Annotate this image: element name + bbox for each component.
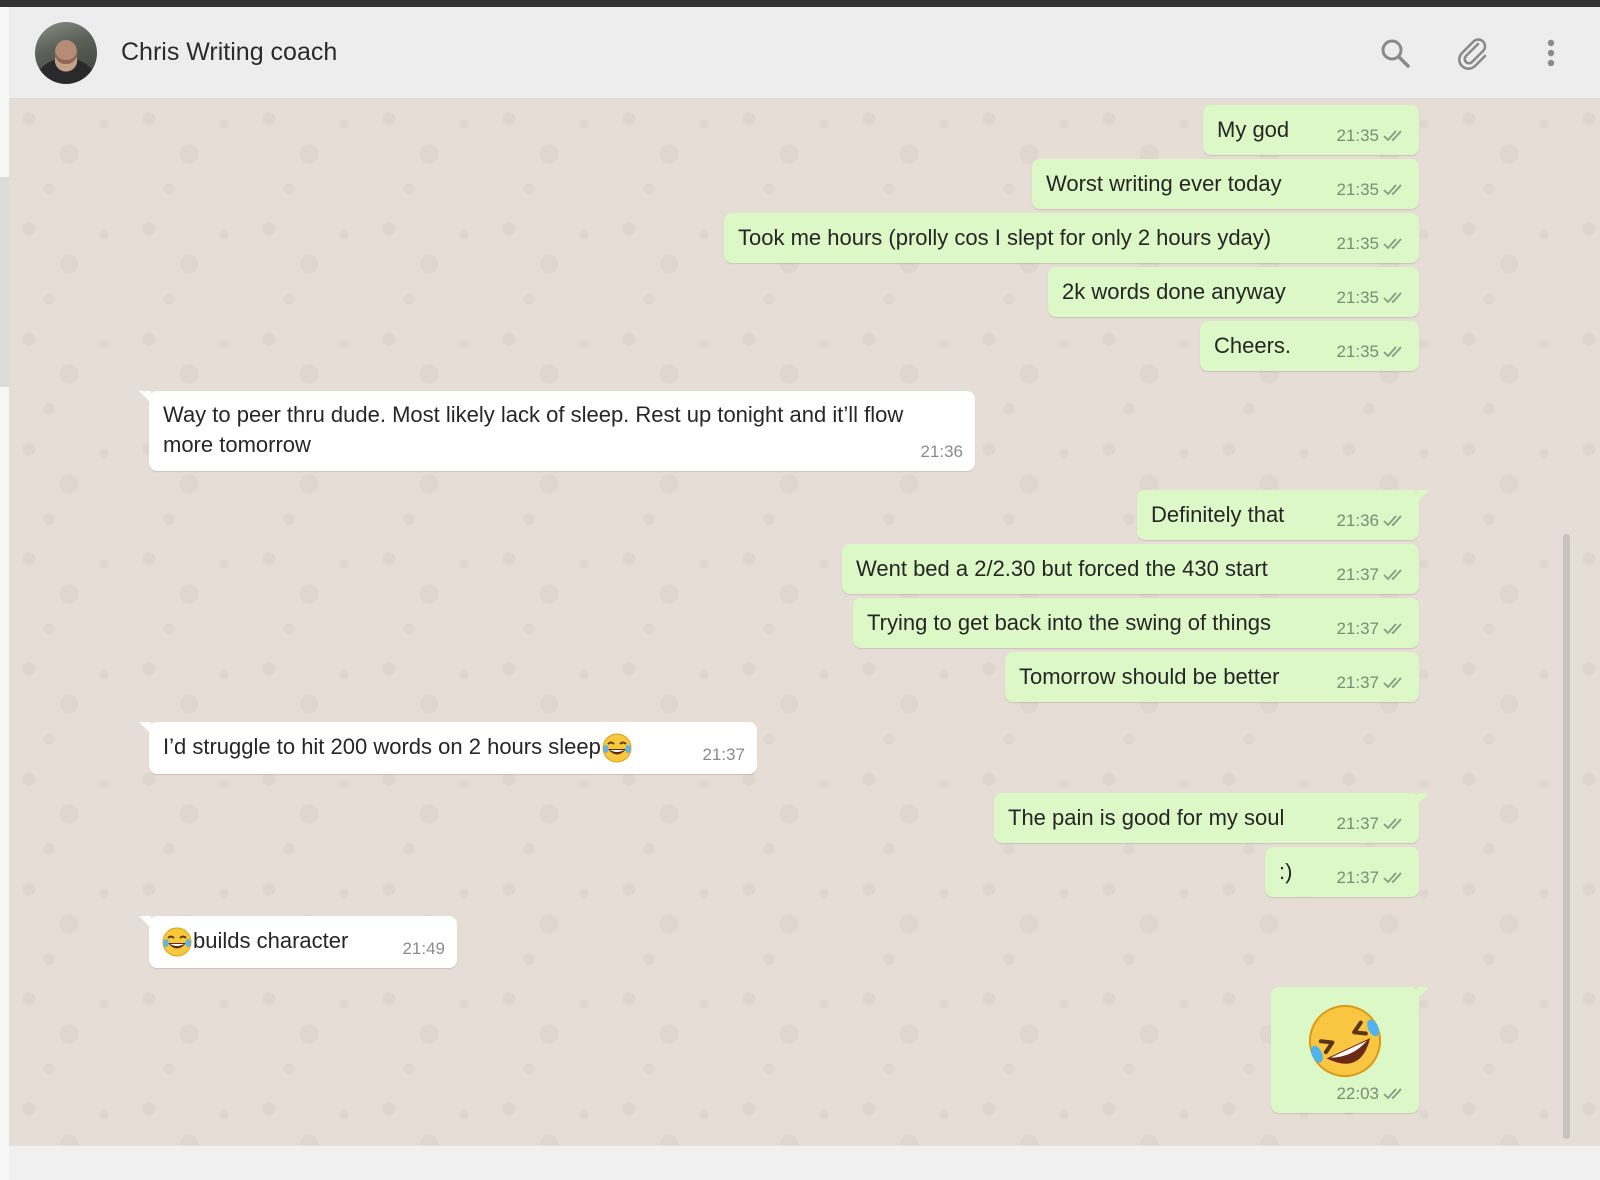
message-text: Definitely that	[1151, 502, 1285, 527]
message-text: Took me hours (prolly cos I slept for on…	[738, 225, 1272, 250]
double-tick-icon	[1383, 130, 1402, 142]
message-text: Way to peer thru dude. Most likely lack …	[163, 402, 904, 427]
message-text: Cheers.	[1214, 333, 1292, 358]
double-tick-icon	[1383, 818, 1402, 830]
header-actions	[1378, 36, 1568, 70]
message-time: 21:37	[1336, 814, 1379, 833]
double-tick-icon	[1383, 515, 1402, 527]
message-bubble[interactable]: Worst writing ever today 21:35	[1032, 159, 1419, 209]
more-vertical-icon[interactable]	[1534, 36, 1568, 70]
message-time: 21:35	[1336, 288, 1379, 307]
double-tick-icon	[1383, 623, 1402, 635]
double-tick-icon	[1383, 184, 1402, 196]
message-text: Went bed a 2/2.30 but forced the 430 sta…	[856, 556, 1268, 581]
paperclip-icon[interactable]	[1456, 36, 1490, 70]
double-tick-icon	[1383, 238, 1402, 250]
search-icon[interactable]	[1378, 36, 1412, 70]
message-text: Worst writing ever today	[1046, 171, 1282, 196]
message-bubble[interactable]: Tomorrow should be better 21:37	[1005, 652, 1419, 702]
message-bubble[interactable]: Went bed a 2/2.30 but forced the 430 sta…	[842, 544, 1419, 594]
message-bubble[interactable]: I’d struggle to hit 200 words on 2 hours…	[139, 722, 757, 774]
double-tick-icon	[1383, 569, 1402, 581]
message-bubble[interactable]: Cheers. 21:35	[1200, 321, 1419, 371]
message-text: more tomorrow	[163, 432, 311, 457]
message-text: :)	[1279, 859, 1293, 884]
message-bubble[interactable]: Definitely that 21:36	[1137, 490, 1429, 540]
message-time: 21:49	[402, 939, 445, 958]
message-time: 21:37	[1336, 868, 1379, 887]
message-bubble[interactable]: Trying to get back into the swing of thi…	[853, 598, 1419, 648]
message-bubble[interactable]: 22:03	[1271, 987, 1429, 1113]
message-text: 2k words done anyway	[1062, 279, 1286, 304]
message-text: Trying to get back into the swing of thi…	[867, 610, 1271, 635]
message-time: 21:35	[1336, 180, 1379, 199]
message-time: 21:37	[702, 745, 745, 764]
message-time: 21:35	[1336, 126, 1379, 145]
message-text: The pain is good for my soul	[1008, 805, 1285, 830]
message-time: 21:36	[920, 442, 963, 461]
message-bubble[interactable]: My god 21:35	[1203, 105, 1419, 155]
message-time: 21:37	[1336, 619, 1379, 638]
message-time: 21:37	[1336, 673, 1379, 692]
message-text: builds character	[193, 928, 349, 953]
laughing-tears-emoji	[162, 927, 192, 957]
window-top-strip	[0, 0, 1600, 7]
rolling-on-floor-laughing-emoji	[1309, 1005, 1381, 1077]
double-tick-icon	[1383, 346, 1402, 358]
double-tick-icon	[1383, 872, 1402, 884]
message-bubble[interactable]: :) 21:37	[1265, 847, 1419, 897]
message-text: My god	[1217, 117, 1290, 142]
message-text: I’d struggle to hit 200 words on 2 hours…	[163, 734, 601, 759]
message-bubble[interactable]: The pain is good for my soul 21:37	[994, 793, 1429, 843]
message-bubble[interactable]: builds character 21:49	[139, 916, 457, 968]
laughing-tears-emoji	[602, 733, 632, 763]
left-panel-scrollbar[interactable]	[0, 177, 9, 387]
chat-panel[interactable]: My god 21:35 Worst writing ever today 21…	[9, 99, 1600, 1145]
double-tick-icon	[1383, 677, 1402, 689]
message-time: 21:35	[1336, 234, 1379, 253]
message-time: 21:35	[1336, 342, 1379, 361]
message-bubble[interactable]: 2k words done anyway 21:35	[1048, 267, 1419, 317]
chat-header: Chris Writing coach	[9, 7, 1600, 99]
message-time: 21:36	[1336, 511, 1379, 530]
left-panel-edge	[0, 7, 9, 1180]
message-bubble[interactable]: Took me hours (prolly cos I slept for on…	[724, 213, 1419, 263]
message-text: Tomorrow should be better	[1019, 664, 1280, 689]
message-time: 21:37	[1336, 565, 1379, 584]
double-tick-icon	[1383, 292, 1402, 304]
contact-avatar[interactable]	[35, 21, 97, 84]
message-bubble[interactable]: Way to peer thru dude. Most likely lack …	[139, 391, 975, 471]
double-tick-icon	[1383, 1088, 1402, 1100]
message-time: 22:03	[1336, 1084, 1379, 1103]
chat-scrollbar[interactable]	[1563, 534, 1570, 1139]
composer-bar[interactable]	[9, 1145, 1600, 1180]
contact-name[interactable]: Chris Writing coach	[121, 38, 337, 67]
